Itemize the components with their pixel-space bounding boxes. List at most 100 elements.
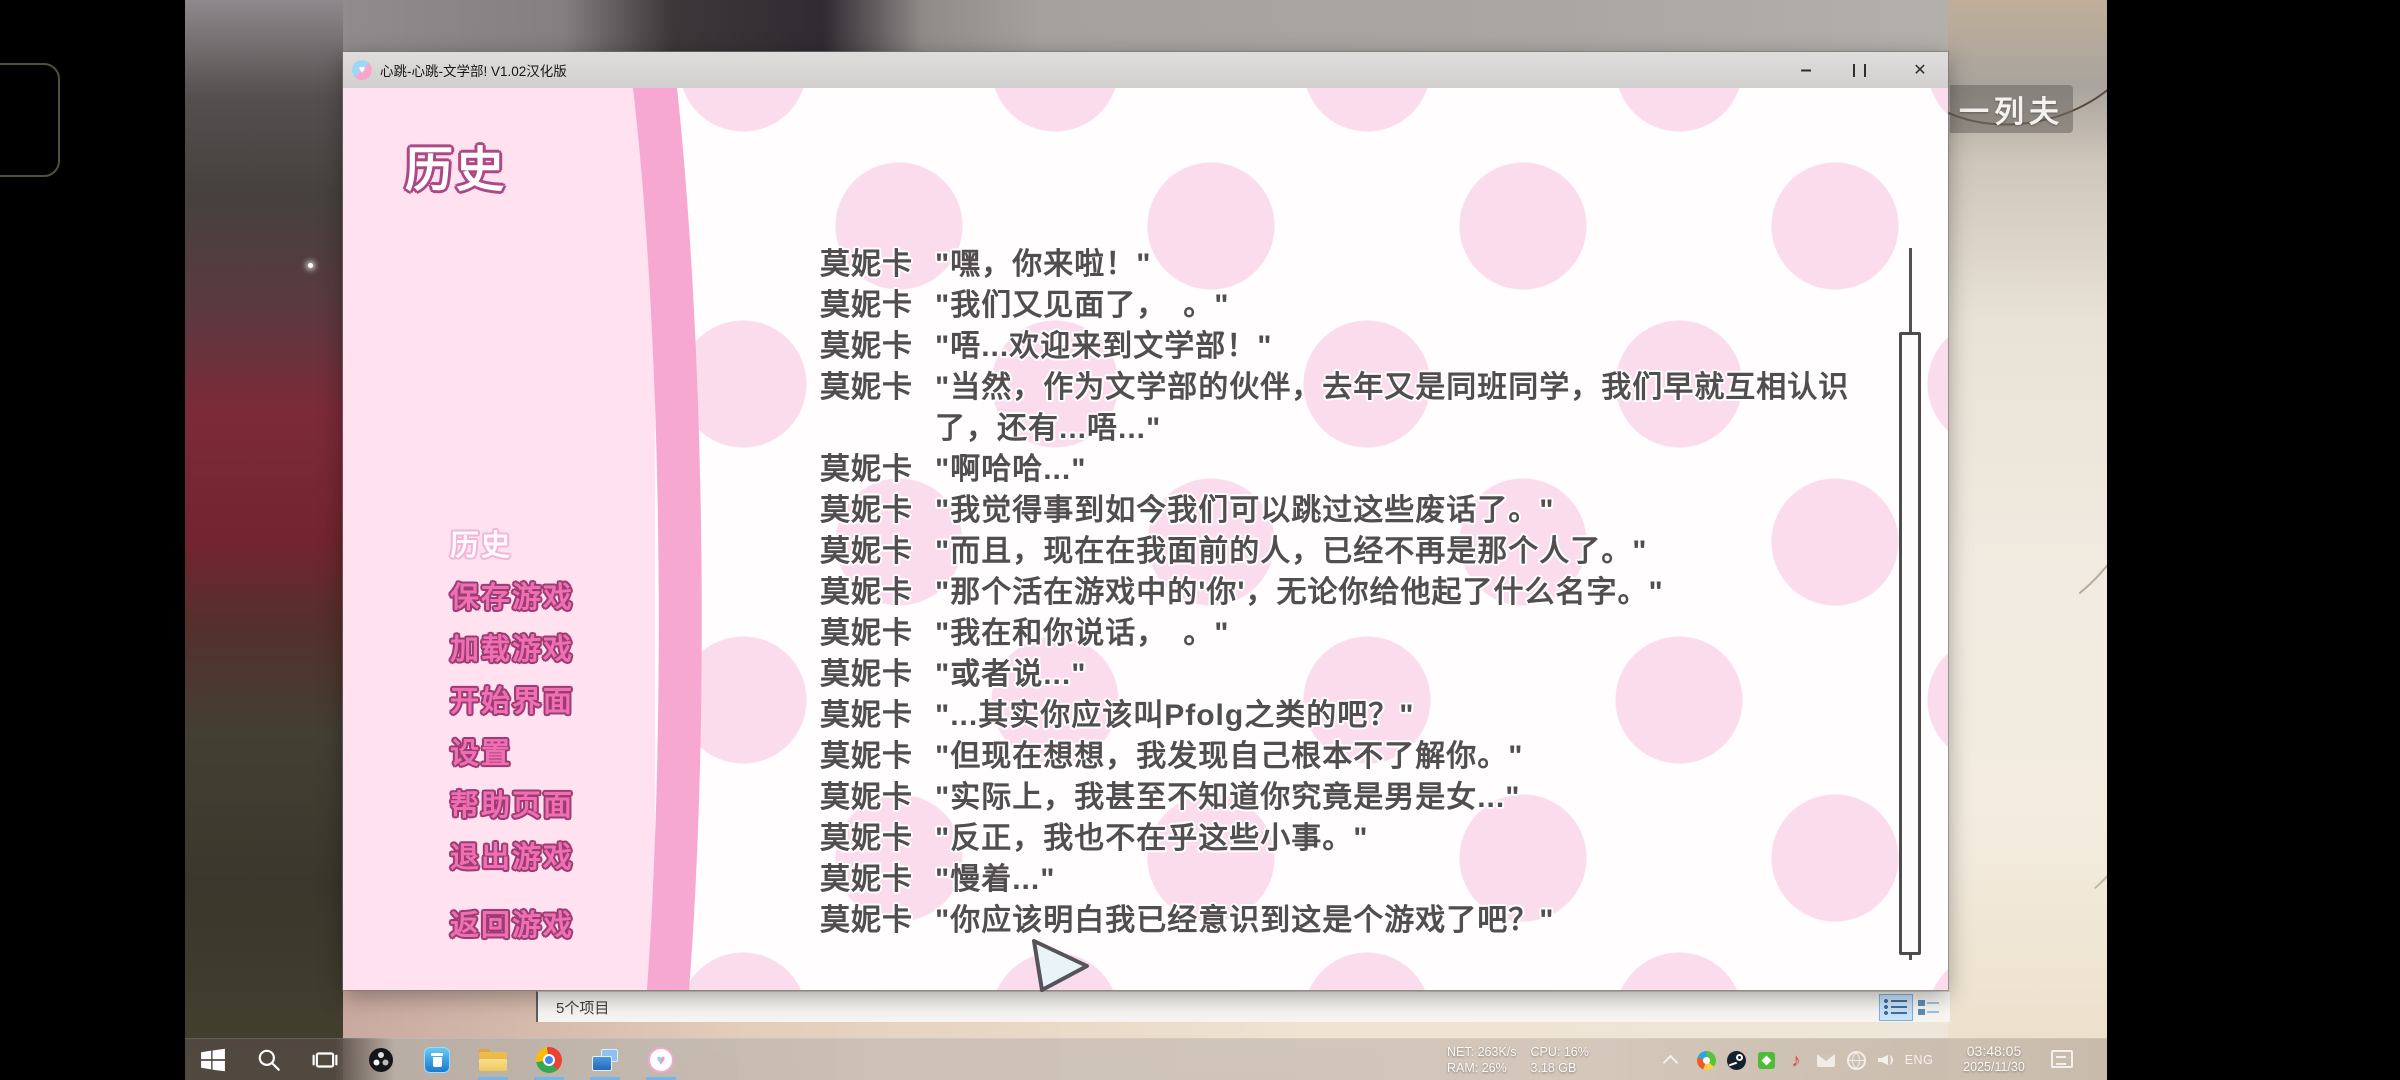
history-row: 莫妮卡 "那个活在游戏中的'你'，无论你给他起了什么名字。" [820, 572, 1880, 613]
menu-item[interactable]: 历史 [450, 520, 574, 572]
menu-item[interactable]: 保存游戏 [450, 572, 574, 624]
menu-item[interactable]: 设置 [450, 728, 574, 780]
taskbar: ♥ NET: 263K/s RAM: 26% CPU: 16% 3.18 GB … [185, 1038, 2107, 1080]
messenger-tray-icon[interactable] [1758, 1052, 1775, 1069]
page-title: 历史 [405, 130, 507, 200]
music-tray-icon[interactable]: ♪ [1781, 1050, 1811, 1071]
ddlc-game-button[interactable]: ♥ [633, 1039, 689, 1080]
details-view-icon[interactable] [1879, 994, 1913, 1021]
speaker-name: 莫妮卡 [820, 818, 935, 859]
taskbar-clock[interactable]: 03:48:05 2025/11/30 [1951, 1043, 2037, 1075]
menu-item[interactable]: 帮助页面 [450, 780, 574, 832]
scrollbar-thumb[interactable] [1899, 332, 1921, 955]
net-value: 263K/s [1478, 1045, 1517, 1059]
obs-icon [368, 1047, 394, 1073]
wallpaper-top-strip [343, 0, 1948, 52]
volume-tray-icon[interactable] [1876, 1051, 1896, 1069]
window-titlebar[interactable]: ♥ 心跳-心跳-文学部! V1.02汉化版 – ✕ [343, 52, 1948, 88]
history-list: 莫妮卡 "嘿，你来啦！" 莫妮卡 "我们又见面了， 。" 莫妮卡 "唔...欢迎… [820, 244, 1880, 941]
explorer-items-count: 5个项目 [556, 997, 609, 1018]
menu-item[interactable]: 加载游戏 [450, 624, 574, 676]
speaker-name: 莫妮卡 [820, 244, 935, 285]
dialogue-text: "而且，现在在我面前的人，已经不再是那个人了。" [935, 531, 1865, 572]
windows-logo-icon [200, 1047, 226, 1073]
cpu-label: CPU: [1531, 1045, 1561, 1059]
taskbar-apps: ♥ [185, 1039, 689, 1080]
mail-tray-icon[interactable] [1817, 1054, 1835, 1067]
dialogue-text: "唔...欢迎来到文学部！" [935, 326, 1865, 367]
left-edge-decoration [0, 63, 60, 177]
menu-item[interactable]: 开始界面 [450, 676, 574, 728]
thumbnails-view-icon[interactable] [1918, 998, 1942, 1017]
dialogue-text: "我在和你说话， 。" [935, 613, 1865, 654]
ram-label: RAM: [1447, 1061, 1478, 1075]
wallpaper-sparkle [308, 263, 313, 268]
speaker-name: 莫妮卡 [820, 695, 935, 736]
clock-date: 2025/11/30 [1951, 1060, 2037, 1075]
history-row: 莫妮卡 "我们又见面了， 。" [820, 285, 1880, 326]
history-row: 莫妮卡 "当然，作为文学部的伙伴，去年又是同班同学，我们早就互相认识了，还有..… [820, 367, 1880, 449]
mem-value: 3.18 GB [1531, 1061, 1577, 1075]
ram-value: 26% [1482, 1061, 1507, 1075]
cleaner-app-button[interactable] [409, 1039, 465, 1080]
history-row: 莫妮卡 "或者说..." [820, 654, 1880, 695]
task-view-button[interactable] [297, 1039, 353, 1080]
cpu-mem-stats: CPU: 16% 3.18 GB [1531, 1044, 1589, 1076]
desktop-wallpaper: 一列夫 5个项目 ♥ 心跳-心跳-文学部! V1.02汉化版 – ✕ 历史 [185, 0, 2107, 1080]
history-row: 莫妮卡 "你应该明白我已经意识到这是个游戏了吧？" [820, 900, 1880, 941]
speaker-name: 莫妮卡 [820, 367, 935, 408]
maximize-button[interactable] [1842, 52, 1876, 88]
steam-tray-icon[interactable] [1727, 1051, 1746, 1070]
obs-studio-button[interactable] [353, 1039, 409, 1080]
game-menu: 历史 保存游戏 加载游戏 开始界面 设置 帮助页面 退出游戏 返回游戏 [450, 520, 574, 952]
history-row: 莫妮卡 "我在和你说话， 。" [820, 613, 1880, 654]
speaker-name: 莫妮卡 [820, 572, 935, 613]
minimize-button[interactable]: – [1789, 52, 1823, 88]
wallpaper-left-figure [185, 0, 343, 1080]
chrome-icon [536, 1047, 562, 1073]
history-row: 莫妮卡 "但现在想想，我发现自己根本不了解你。" [820, 736, 1880, 777]
dialogue-text: "但现在想想，我发现自己根本不了解你。" [935, 736, 1865, 777]
history-row: 莫妮卡 "而且，现在在我面前的人，已经不再是那个人了。" [820, 531, 1880, 572]
history-row: 莫妮卡 "反正，我也不在乎这些小事。" [820, 818, 1880, 859]
maximize-icon [1853, 64, 1866, 77]
speaker-name: 莫妮卡 [820, 859, 935, 900]
action-center-icon[interactable] [2051, 1050, 2073, 1068]
folder-icon [479, 1049, 507, 1071]
dialogue-text: "反正，我也不在乎这些小事。" [935, 818, 1865, 859]
history-row: 莫妮卡 "我觉得事到如今我们可以跳过这些废话了。" [820, 490, 1880, 531]
speaker-name: 莫妮卡 [820, 777, 935, 818]
speaker-name: 莫妮卡 [820, 900, 935, 941]
cpu-value: 16% [1564, 1045, 1589, 1059]
language-indicator[interactable]: ENG [1901, 1053, 1937, 1067]
search-icon [256, 1047, 282, 1073]
menu-item[interactable]: 退出游戏 [450, 832, 574, 884]
mouse-cursor [1028, 936, 1094, 1001]
system-monitor: NET: 263K/s RAM: 26% CPU: 16% 3.18 GB [1447, 1044, 1603, 1076]
tray-expand-chevron-icon[interactable] [1663, 1055, 1679, 1071]
speaker-name: 莫妮卡 [820, 654, 935, 695]
dialogue-text: "嘿，你来啦！" [935, 244, 1865, 285]
history-row: 莫妮卡 "实际上，我甚至不知道你究竟是男是女..." [820, 777, 1880, 818]
speaker-name: 莫妮卡 [820, 736, 935, 777]
file-explorer-button[interactable] [465, 1039, 521, 1080]
fabric-swirl-line [1948, 542, 2107, 942]
chrome-button[interactable] [521, 1039, 577, 1080]
close-button[interactable]: ✕ [1903, 52, 1937, 88]
search-button[interactable] [241, 1039, 297, 1080]
task-view-icon [312, 1047, 338, 1073]
remote-desktop-button[interactable] [577, 1039, 633, 1080]
antivirus-tray-icon[interactable] [1697, 1051, 1716, 1070]
menu-item[interactable]: 返回游戏 [450, 900, 574, 952]
speaker-name: 莫妮卡 [820, 285, 935, 326]
history-row: 莫妮卡 "慢着..." [820, 859, 1880, 900]
clock-time: 03:48:05 [1951, 1043, 2037, 1060]
speaker-name: 莫妮卡 [820, 326, 935, 367]
start-button[interactable] [185, 1039, 241, 1080]
history-row: 莫妮卡 "...其实你应该叫Pfolg之类的吧？" [820, 695, 1880, 736]
dialogue-text: "那个活在游戏中的'你'，无论你给他起了什么名字。" [935, 572, 1865, 613]
network-tray-icon[interactable] [1847, 1051, 1866, 1070]
speaker-name: 莫妮卡 [820, 490, 935, 531]
dialogue-text: "或者说..." [935, 654, 1865, 695]
dialogue-text: "实际上，我甚至不知道你究竟是男是女..." [935, 777, 1865, 818]
